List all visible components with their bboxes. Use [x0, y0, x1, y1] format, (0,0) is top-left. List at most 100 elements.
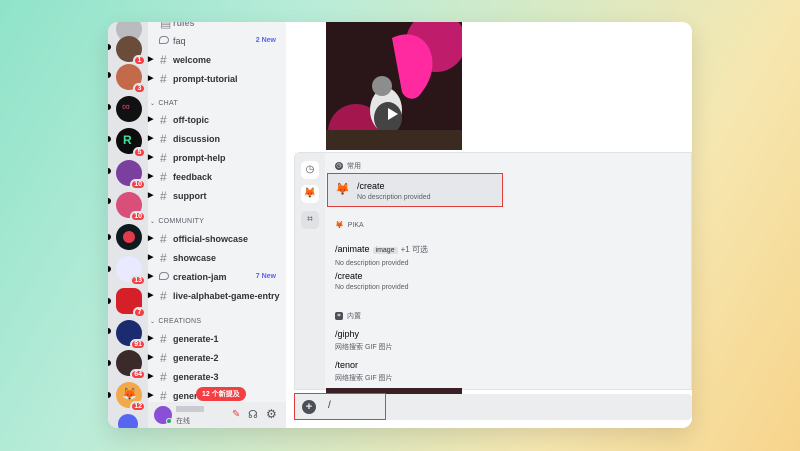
channel-label: prompt-tutorial — [173, 74, 238, 84]
server-badge: 7 — [133, 307, 146, 318]
category-creations[interactable]: ⌄ CREATIONS — [150, 318, 201, 325]
server-icon[interactable]: R5 — [116, 128, 146, 158]
hash-icon: # — [160, 113, 167, 127]
unread-arrow-icon: ▶ — [148, 56, 154, 63]
channel-label: off-topic — [173, 115, 209, 125]
unread-arrow-icon: ▶ — [148, 192, 154, 199]
channel-item[interactable]: ▶ # official-showcase — [148, 231, 286, 249]
channel-item[interactable]: ▶ # generate-3 — [148, 369, 286, 387]
section-frequent: ◷ 常用 — [335, 161, 361, 171]
server-icon[interactable]: 91 — [116, 320, 146, 350]
squirrel-image-icon — [326, 22, 462, 150]
clock-icon[interactable]: ◷ — [301, 161, 319, 179]
section-label: 常用 — [347, 163, 361, 170]
channel-item[interactable]: ▶ # generate-1 — [148, 331, 286, 349]
unread-arrow-icon: ▶ — [148, 116, 154, 123]
channel-item[interactable]: ▶ # discussion — [148, 131, 286, 149]
category-chat[interactable]: ⌄ CHAT — [150, 100, 178, 107]
server-badge: 12 — [130, 401, 146, 412]
channel-label: support — [173, 191, 207, 201]
chat-area: ◷ 🦊 ⌗ ◷ 常用 🦊 /create No description provi… — [286, 22, 692, 428]
category-label: CHAT — [158, 100, 179, 107]
section-label: 内置 — [347, 313, 361, 320]
server-icon[interactable]: 64 — [116, 350, 146, 380]
channel-item-prompt-tutorial[interactable]: ▶ # prompt-tutorial — [148, 71, 286, 89]
server-badge: 10 — [130, 179, 146, 190]
user-avatar-mini[interactable] — [118, 414, 138, 428]
hash-icon: # — [160, 53, 167, 67]
fox-app-icon: 🦊 — [335, 182, 350, 196]
unread-indicator — [108, 234, 111, 240]
gear-icon[interactable]: ⚙ — [266, 407, 277, 421]
command-item-animate[interactable]: /animate image +1 可选 No description provid… — [335, 239, 535, 267]
channel-item[interactable]: ▶ # support — [148, 188, 286, 206]
unread-arrow-icon: ▶ — [148, 292, 154, 299]
channel-item[interactable]: ▶ # prompt-help — [148, 150, 286, 168]
server-icon[interactable] — [116, 224, 142, 250]
channel-item[interactable]: ▶ # live-alphabet-game-entry — [148, 288, 286, 306]
server-icon[interactable]: 10 — [116, 192, 146, 222]
optional-count: +1 可选 — [400, 245, 428, 254]
unread-indicator — [108, 198, 111, 204]
discord-window: 1 3 ∞ R5 10 10 13 7 91 64 🦊 12 ▤ rules fa… — [108, 22, 692, 428]
command-item-create-frequent[interactable]: /create No description provided — [357, 181, 533, 201]
command-item-giphy[interactable]: /giphy 网络搜索 GIF 图片 — [335, 329, 511, 352]
command-description: No description provided — [357, 194, 431, 201]
server-icon[interactable]: 3 — [116, 64, 146, 94]
command-description: 网络搜索 GIF 图片 — [335, 375, 393, 382]
plus-icon[interactable]: + — [302, 400, 316, 414]
unread-indicator — [108, 168, 111, 174]
builtin-commands-icon[interactable]: ⌗ — [301, 211, 319, 229]
channel-label: generate-1 — [173, 334, 219, 344]
message-input-bar[interactable]: + / — [294, 393, 692, 420]
server-icon[interactable]: 1 — [116, 36, 146, 66]
channel-item[interactable]: ▶ # off-topic — [148, 112, 286, 130]
new-mentions-pill[interactable]: 12 个新提及 — [196, 387, 246, 401]
category-label: COMMUNITY — [158, 218, 205, 225]
unread-indicator — [108, 136, 111, 142]
category-community[interactable]: ⌄ COMMUNITY — [150, 218, 204, 225]
message-input[interactable]: / — [328, 400, 331, 411]
channel-item-faq[interactable]: faq 2 New — [148, 33, 286, 51]
message-image[interactable] — [326, 22, 462, 150]
headphones-icon[interactable]: ☊ — [248, 408, 258, 421]
new-posts-badge: 7 New — [255, 273, 276, 280]
server-badge: 1 — [133, 55, 146, 66]
channel-item[interactable]: ▶ # feedback — [148, 169, 286, 187]
mic-muted-icon[interactable]: ✎ — [232, 409, 240, 420]
server-icon[interactable]: ∞ — [116, 96, 142, 122]
server-badge: 64 — [130, 369, 146, 380]
channel-item-welcome[interactable]: ▶ # welcome — [148, 52, 286, 70]
server-icon[interactable]: 7 — [116, 288, 146, 318]
command-description: No description provided — [335, 284, 409, 291]
command-list: ◷ 常用 🦊 /create No description provided 🦊 P… — [325, 153, 692, 389]
forum-icon — [159, 272, 169, 280]
unread-arrow-icon: ▶ — [148, 235, 154, 242]
server-icon[interactable]: 🦊 12 — [116, 382, 146, 412]
command-item-create[interactable]: /create No description provided — [335, 271, 511, 291]
command-item-tenor[interactable]: /tenor 网络搜索 GIF 图片 — [335, 360, 511, 383]
channel-item[interactable]: ▶ creation-jam 7 New — [148, 269, 286, 287]
channel-item[interactable]: ▶ # generate-2 — [148, 350, 286, 368]
hash-icon: # — [160, 72, 167, 86]
unread-arrow-icon: ▶ — [148, 335, 154, 342]
server-badge: 5 — [133, 147, 146, 158]
hash-icon: # — [160, 351, 167, 365]
server-icon[interactable]: 10 — [116, 160, 146, 190]
unread-arrow-icon: ▶ — [148, 75, 154, 82]
server-badge: 91 — [130, 339, 146, 350]
channel-item[interactable]: ▶ # showcase — [148, 250, 286, 268]
unread-indicator — [108, 266, 111, 272]
unread-indicator — [108, 104, 111, 110]
forum-icon — [159, 36, 169, 44]
command-name: /create — [357, 181, 385, 191]
channel-item-rules[interactable]: ▤ rules — [148, 22, 286, 33]
fox-app-icon[interactable]: 🦊 — [301, 185, 319, 203]
unread-arrow-icon: ▶ — [148, 154, 154, 161]
unread-indicator — [108, 328, 111, 334]
server-icon[interactable]: 13 — [116, 256, 146, 286]
hash-icon: # — [160, 289, 167, 303]
online-status-icon — [166, 418, 172, 424]
channel-label: feedback — [173, 172, 213, 182]
command-option-tag: image — [372, 247, 398, 254]
